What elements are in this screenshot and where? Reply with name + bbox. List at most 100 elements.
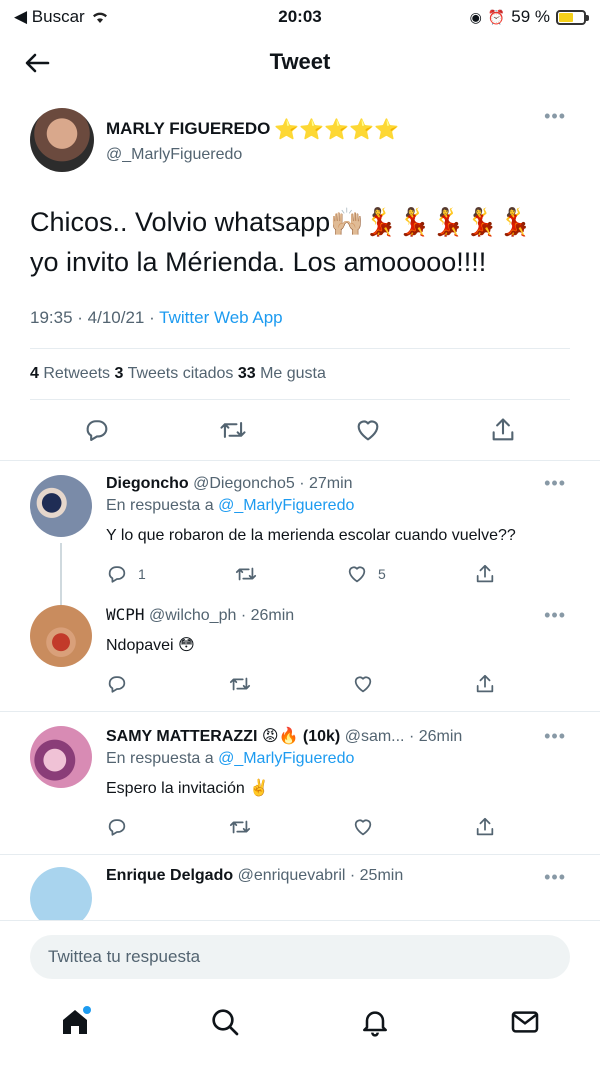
status-bar: ◀ Buscar 20:03 ◉ ⏰ 59 % bbox=[0, 0, 600, 34]
status-right: ◉ ⏰ 59 % bbox=[469, 7, 589, 27]
retweet-icon bbox=[229, 820, 251, 834]
reply-to-handle[interactable]: @_MarlyFigueredo bbox=[218, 497, 354, 514]
battery-percent: 59 % bbox=[511, 7, 550, 26]
retweet-icon bbox=[229, 677, 251, 691]
more-options-icon[interactable]: ••• bbox=[544, 473, 566, 494]
reply-text: Y lo que robaron de la merienda escolar … bbox=[106, 527, 516, 544]
retweet-count[interactable]: 4 bbox=[30, 365, 39, 382]
share-button[interactable] bbox=[474, 673, 496, 695]
search-icon bbox=[212, 1009, 239, 1036]
reply-composer-bar: Twittea tu respuesta bbox=[0, 920, 600, 992]
reply-tweet[interactable]: WCPH @wilcho_ph · 26min Ndopavei 😳 ••• bbox=[0, 601, 600, 711]
like-button[interactable] bbox=[352, 816, 374, 838]
reply-button[interactable]: 1 bbox=[106, 563, 146, 585]
reply-content: Diegoncho @Diegoncho5 · 27min En respues… bbox=[106, 475, 570, 601]
reply-text: Espero la invitación ✌️ bbox=[106, 780, 270, 797]
reply-input[interactable]: Twittea tu respuesta bbox=[30, 934, 570, 979]
retweet-button[interactable] bbox=[228, 673, 252, 695]
reply-button[interactable] bbox=[83, 416, 111, 444]
reply-content: SAMY MATTERAZZI 😡🔥 (10k) @sam... · 26min… bbox=[106, 726, 570, 854]
more-options-icon[interactable]: ••• bbox=[544, 106, 566, 127]
reply-author-name[interactable]: Enrique Delgado bbox=[106, 867, 233, 884]
reply-button[interactable] bbox=[106, 816, 128, 838]
reply-content: WCPH @wilcho_ph · 26min Ndopavei 😳 bbox=[106, 605, 570, 711]
notifications-icon bbox=[363, 1011, 387, 1037]
notification-dot bbox=[83, 1006, 91, 1014]
author-text: MARLY FIGUEREDO ⭐⭐⭐⭐⭐ @_MarlyFigueredo bbox=[106, 117, 399, 164]
tab-search[interactable] bbox=[209, 1006, 241, 1038]
tab-home[interactable] bbox=[59, 1006, 91, 1038]
location-icon: ◉ bbox=[469, 8, 482, 25]
reply-handle-time: @Diegoncho5 · 27min bbox=[188, 475, 353, 492]
author-handle[interactable]: @_MarlyFigueredo bbox=[106, 146, 399, 164]
avatar[interactable] bbox=[30, 726, 92, 788]
reply-to-prefix: En respuesta a bbox=[106, 750, 219, 767]
reply-actions: 1 5 bbox=[106, 563, 496, 601]
reply-button[interactable] bbox=[106, 673, 128, 695]
reply-to-prefix: En respuesta a bbox=[106, 497, 219, 514]
main-tweet: MARLY FIGUEREDO ⭐⭐⭐⭐⭐ @_MarlyFigueredo •… bbox=[0, 90, 600, 460]
reply-header: Diegoncho @Diegoncho5 · 27min bbox=[106, 475, 570, 493]
more-options-icon[interactable]: ••• bbox=[544, 726, 566, 747]
more-options-icon[interactable]: ••• bbox=[544, 605, 566, 626]
tab-messages[interactable] bbox=[509, 1006, 541, 1038]
reply-actions bbox=[106, 816, 496, 854]
likes-label[interactable]: Me gusta bbox=[256, 365, 326, 382]
avatar[interactable] bbox=[30, 475, 92, 537]
share-button[interactable] bbox=[474, 563, 496, 585]
avatar[interactable] bbox=[30, 605, 92, 667]
reply-text: Ndopavei 😳 bbox=[106, 637, 195, 654]
reply-handle-time: @sam... · 26min bbox=[340, 728, 463, 745]
reply-actions bbox=[106, 673, 496, 711]
retweet-icon bbox=[220, 422, 246, 438]
wifi-icon bbox=[92, 12, 107, 23]
back-to-app-label[interactable]: ◀ Buscar bbox=[14, 7, 85, 27]
main-tweet-actions bbox=[30, 400, 570, 460]
quotes-label[interactable]: Tweets citados bbox=[123, 365, 237, 382]
tweet-meta: 19:35 · 4/10/21 · Twitter Web App bbox=[30, 308, 570, 328]
alarm-icon: ⏰ bbox=[487, 8, 506, 25]
back-button[interactable] bbox=[22, 48, 52, 78]
like-icon bbox=[348, 566, 366, 583]
header: Tweet bbox=[0, 34, 600, 90]
reply-author-name[interactable]: WCPH bbox=[106, 605, 145, 624]
reply-author-name[interactable]: Diegoncho bbox=[106, 475, 189, 492]
reply-tweet[interactable]: SAMY MATTERAZZI 😡🔥 (10k) @sam... · 26min… bbox=[0, 712, 600, 854]
battery-icon bbox=[556, 9, 589, 25]
reply-to-handle[interactable]: @_MarlyFigueredo bbox=[218, 750, 354, 767]
retweet-button[interactable] bbox=[218, 416, 248, 444]
reply-input-placeholder: Twittea tu respuesta bbox=[48, 946, 201, 966]
share-button[interactable] bbox=[489, 416, 517, 444]
page-title: Tweet bbox=[269, 49, 331, 74]
stars-emoji: ⭐⭐⭐⭐⭐ bbox=[274, 118, 399, 141]
like-button[interactable] bbox=[352, 673, 374, 695]
reply-to-line: En respuesta a @_MarlyFigueredo bbox=[106, 750, 570, 768]
share-icon bbox=[476, 564, 494, 583]
retweets-label[interactable]: Retweets bbox=[39, 365, 115, 382]
author-name[interactable]: MARLY FIGUEREDO bbox=[106, 119, 270, 139]
retweet-button[interactable] bbox=[234, 563, 258, 585]
tab-notifications[interactable] bbox=[359, 1006, 391, 1038]
reply-tweet[interactable]: Enrique Delgado @enriquevabril · 25min •… bbox=[0, 855, 600, 929]
reply-author-name[interactable]: SAMY MATTERAZZI 😡🔥 (10k) bbox=[106, 728, 340, 745]
reply-to-line: En respuesta a @_MarlyFigueredo bbox=[106, 497, 570, 515]
reply-count: 1 bbox=[138, 566, 146, 582]
avatar[interactable] bbox=[30, 108, 94, 172]
more-options-icon[interactable]: ••• bbox=[544, 867, 566, 888]
messages-icon bbox=[511, 1011, 539, 1033]
share-icon bbox=[492, 418, 514, 441]
back-arrow-icon bbox=[25, 53, 50, 73]
like-button[interactable]: 5 bbox=[346, 563, 386, 585]
reply-header: Enrique Delgado @enriquevabril · 25min bbox=[106, 867, 570, 885]
tweet-body: Chicos.. Volvio whatsapp🙌🏼💃💃💃💃💃 yo invit… bbox=[30, 202, 570, 282]
retweet-button[interactable] bbox=[228, 816, 252, 838]
stats-row: 4 Retweets 3 Tweets citados 33 Me gusta bbox=[30, 349, 570, 399]
tweet-source[interactable]: Twitter Web App bbox=[159, 308, 282, 327]
reply-tweet[interactable]: Diegoncho @Diegoncho5 · 27min En respues… bbox=[0, 461, 600, 629]
status-left: ◀ Buscar bbox=[14, 7, 109, 27]
share-icon bbox=[476, 674, 494, 693]
reply-handle-time: @wilcho_ph · 26min bbox=[144, 607, 295, 624]
like-button[interactable] bbox=[354, 416, 382, 444]
share-button[interactable] bbox=[474, 816, 496, 838]
like-count[interactable]: 33 bbox=[238, 365, 256, 382]
